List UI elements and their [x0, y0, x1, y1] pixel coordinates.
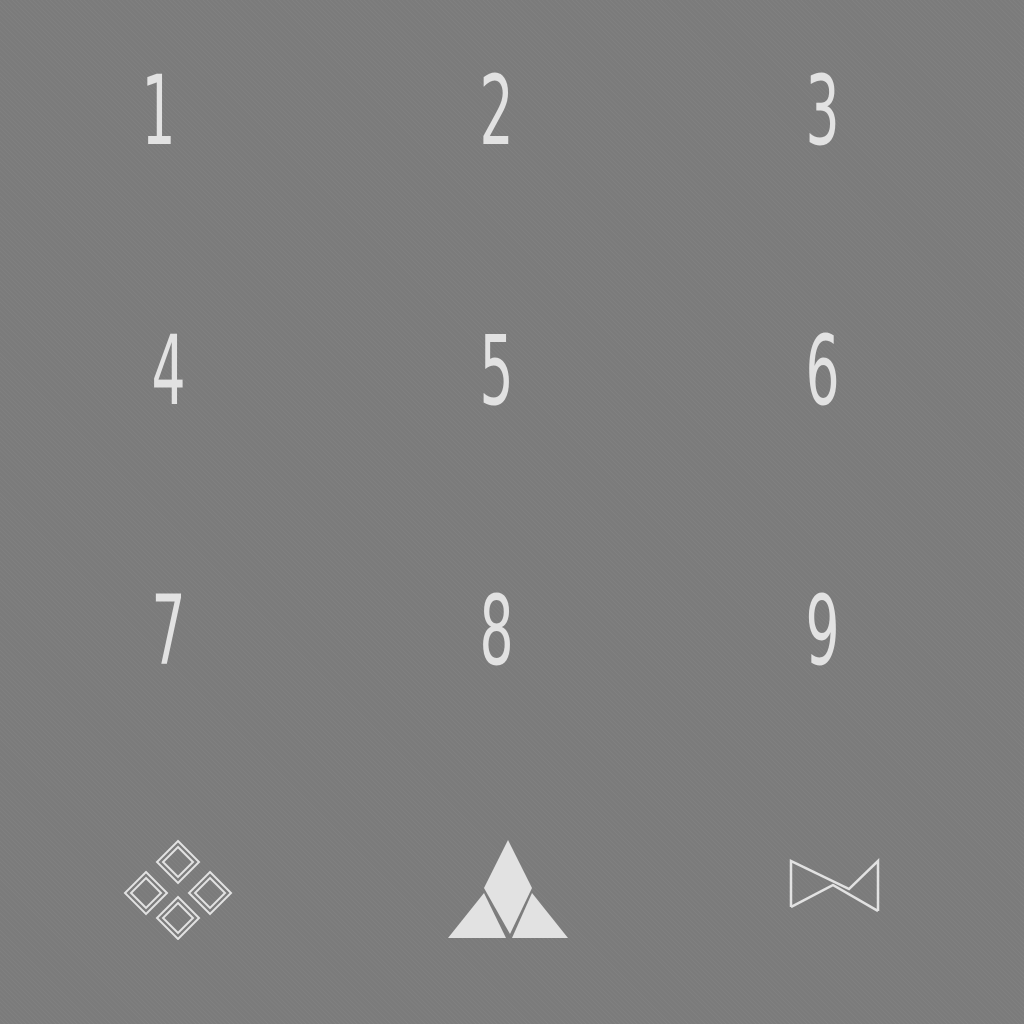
key-4[interactable]: 4 — [68, 296, 268, 446]
key-1-label: 1 — [140, 55, 176, 167]
key-6[interactable]: 6 — [722, 296, 922, 446]
key-5[interactable]: 5 — [396, 296, 596, 446]
triangle-button[interactable] — [408, 815, 608, 965]
triangle-icon — [448, 840, 568, 938]
keypad: 1 2 3 4 5 6 7 8 9 — [0, 0, 1024, 1024]
key-3-label: 3 — [804, 55, 840, 167]
key-3[interactable]: 3 — [722, 36, 922, 186]
key-7-label: 7 — [150, 575, 186, 687]
key-9-label: 9 — [804, 575, 840, 687]
key-2-label: 2 — [478, 55, 514, 167]
key-1[interactable]: 1 — [58, 36, 258, 186]
key-2[interactable]: 2 — [396, 36, 596, 186]
key-8[interactable]: 8 — [396, 556, 596, 706]
bowtie-icon — [789, 858, 880, 913]
key-6-label: 6 — [804, 315, 840, 427]
bowtie-button[interactable] — [733, 812, 933, 962]
key-7[interactable]: 7 — [68, 556, 268, 706]
key-9[interactable]: 9 — [722, 556, 922, 706]
key-5-label: 5 — [478, 315, 514, 427]
key-8-label: 8 — [478, 575, 514, 687]
four-diamonds-icon — [123, 839, 233, 940]
four-diamonds-button[interactable] — [77, 805, 277, 955]
key-4-label: 4 — [150, 315, 186, 427]
